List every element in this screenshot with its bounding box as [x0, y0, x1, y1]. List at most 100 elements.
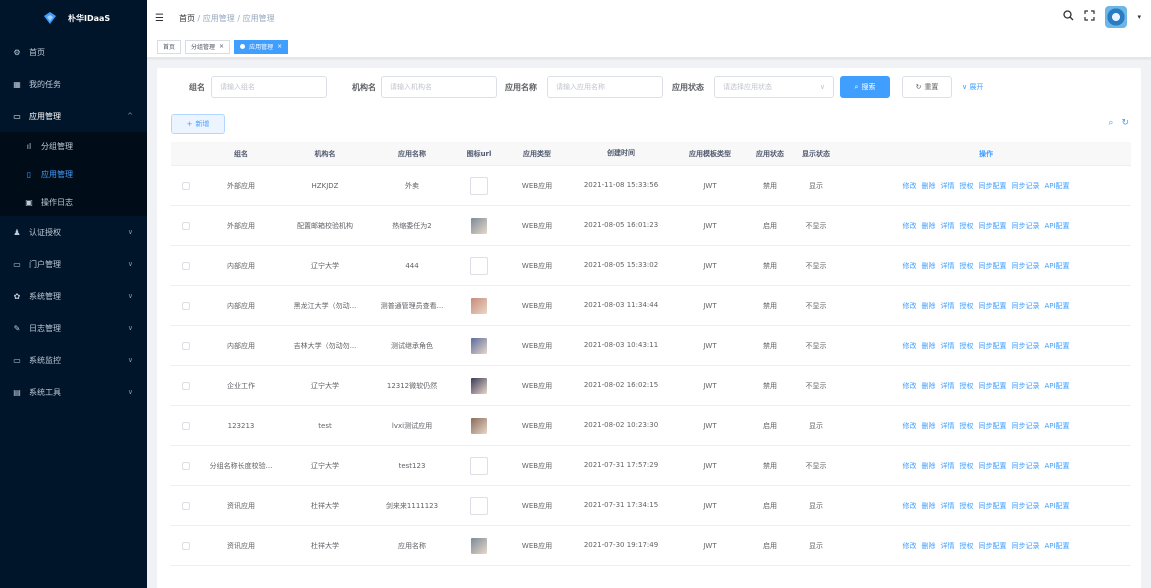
row-action-link[interactable]: 同步配置	[978, 261, 1006, 271]
sidebar-item[interactable]: ▭ 门户管理 ∨	[0, 248, 147, 280]
row-action-link[interactable]: 授权	[959, 501, 973, 511]
search-button[interactable]: ⌕ 搜索	[840, 76, 890, 98]
row-action-link[interactable]: 修改	[902, 421, 916, 431]
sidebar-item[interactable]: ▭ 应用管理 ^	[0, 100, 147, 132]
row-action-link[interactable]: 授权	[959, 341, 973, 351]
row-action-link[interactable]: 修改	[902, 461, 916, 471]
close-icon[interactable]: ×	[277, 43, 282, 50]
chevron-down-icon[interactable]: ▾	[1137, 13, 1141, 21]
row-action-link[interactable]: 删除	[921, 261, 935, 271]
sidebar-item[interactable]: ✿ 系统管理 ∨	[0, 280, 147, 312]
org-input[interactable]: 请输入机构名	[381, 76, 497, 98]
row-action-link[interactable]: 授权	[959, 181, 973, 191]
row-action-link[interactable]: 同步记录	[1011, 341, 1039, 351]
row-checkbox[interactable]	[182, 261, 190, 270]
row-checkbox[interactable]	[182, 461, 190, 470]
sidebar-item[interactable]: ▦ 我的任务	[0, 68, 147, 100]
row-action-link[interactable]: 授权	[959, 541, 973, 551]
app-logo[interactable]: 朴华IDaaS	[0, 0, 147, 36]
row-action-link[interactable]: 详情	[940, 221, 954, 231]
row-action-link[interactable]: API配置	[1044, 301, 1069, 311]
sidebar-item[interactable]: ✎ 日志管理 ∨	[0, 312, 147, 344]
row-action-link[interactable]: 同步配置	[978, 221, 1006, 231]
row-action-link[interactable]: 修改	[902, 541, 916, 551]
row-action-link[interactable]: 删除	[921, 541, 935, 551]
breadcrumb-home[interactable]: 首页	[179, 14, 195, 23]
sidebar-item[interactable]: ▤ 系统工具 ∨	[0, 376, 147, 408]
row-action-link[interactable]: 授权	[959, 461, 973, 471]
row-action-link[interactable]: 同步记录	[1011, 541, 1039, 551]
row-action-link[interactable]: 同步记录	[1011, 381, 1039, 391]
fullscreen-icon[interactable]	[1084, 10, 1096, 24]
row-action-link[interactable]: API配置	[1044, 221, 1069, 231]
row-action-link[interactable]: 同步记录	[1011, 421, 1039, 431]
row-action-link[interactable]: 同步配置	[978, 301, 1006, 311]
row-action-link[interactable]: 详情	[940, 181, 954, 191]
row-action-link[interactable]: 授权	[959, 301, 973, 311]
tab-tag[interactable]: 应用管理 ×	[234, 39, 289, 54]
row-action-link[interactable]: 授权	[959, 261, 973, 271]
row-action-link[interactable]: 同步记录	[1011, 461, 1039, 471]
row-checkbox[interactable]	[182, 301, 190, 310]
row-checkbox[interactable]	[182, 341, 190, 350]
row-action-link[interactable]: 详情	[940, 501, 954, 511]
row-action-link[interactable]: 同步记录	[1011, 181, 1039, 191]
sidebar-item[interactable]: ▣ 操作日志	[0, 188, 147, 216]
row-action-link[interactable]: 同步配置	[978, 501, 1006, 511]
row-action-link[interactable]: 同步配置	[978, 541, 1006, 551]
row-action-link[interactable]: API配置	[1044, 381, 1069, 391]
row-checkbox[interactable]	[182, 421, 190, 430]
row-action-link[interactable]: API配置	[1044, 501, 1069, 511]
expand-link[interactable]: ∨ 展开	[962, 82, 983, 92]
row-checkbox[interactable]	[182, 501, 190, 510]
hamburger-icon[interactable]: ☰	[155, 13, 164, 24]
row-checkbox[interactable]	[182, 221, 190, 230]
row-action-link[interactable]: 修改	[902, 501, 916, 511]
row-action-link[interactable]: 删除	[921, 221, 935, 231]
row-action-link[interactable]: API配置	[1044, 261, 1069, 271]
row-action-link[interactable]: API配置	[1044, 341, 1069, 351]
sidebar-item[interactable]: ♟ 认证授权 ∨	[0, 216, 147, 248]
row-action-link[interactable]: 授权	[959, 221, 973, 231]
row-action-link[interactable]: 详情	[940, 301, 954, 311]
search-icon[interactable]	[1063, 10, 1074, 24]
row-action-link[interactable]: 修改	[902, 261, 916, 271]
row-action-link[interactable]: 同步记录	[1011, 221, 1039, 231]
row-action-link[interactable]: 授权	[959, 421, 973, 431]
row-action-link[interactable]: 删除	[921, 501, 935, 511]
row-action-link[interactable]: 修改	[902, 301, 916, 311]
row-checkbox[interactable]	[182, 541, 190, 550]
row-action-link[interactable]: 详情	[940, 541, 954, 551]
avatar[interactable]	[1105, 6, 1128, 28]
sidebar-item[interactable]: ▯ 应用管理	[0, 160, 147, 188]
row-action-link[interactable]: 删除	[921, 301, 935, 311]
row-checkbox[interactable]	[182, 381, 190, 390]
row-action-link[interactable]: 修改	[902, 341, 916, 351]
row-action-link[interactable]: 授权	[959, 381, 973, 391]
row-action-link[interactable]: 修改	[902, 181, 916, 191]
row-action-link[interactable]: 同步配置	[978, 381, 1006, 391]
row-action-link[interactable]: API配置	[1044, 541, 1069, 551]
row-action-link[interactable]: 详情	[940, 381, 954, 391]
tab-tag[interactable]: 首页	[157, 39, 182, 54]
search-icon[interactable]: ⌕	[1108, 118, 1113, 128]
row-action-link[interactable]: API配置	[1044, 181, 1069, 191]
row-action-link[interactable]: 同步记录	[1011, 261, 1039, 271]
row-action-link[interactable]: 同步配置	[978, 181, 1006, 191]
sidebar-item[interactable]: ıl 分组管理	[0, 132, 147, 160]
row-action-link[interactable]: API配置	[1044, 421, 1069, 431]
row-action-link[interactable]: 详情	[940, 261, 954, 271]
row-checkbox[interactable]	[182, 181, 190, 190]
status-select[interactable]: 请选择应用状态 ∨	[714, 76, 834, 98]
row-action-link[interactable]: API配置	[1044, 461, 1069, 471]
sidebar-item[interactable]: ⚙ 首页	[0, 36, 147, 68]
row-action-link[interactable]: 详情	[940, 421, 954, 431]
row-action-link[interactable]: 删除	[921, 461, 935, 471]
group-input[interactable]: 请输入组名	[211, 76, 327, 98]
row-action-link[interactable]: 删除	[921, 181, 935, 191]
row-action-link[interactable]: 删除	[921, 341, 935, 351]
refresh-icon[interactable]: ↻	[1121, 118, 1129, 128]
row-action-link[interactable]: 同步配置	[978, 461, 1006, 471]
app-name-input[interactable]: 请输入应用名称	[547, 76, 663, 98]
row-action-link[interactable]: 同步配置	[978, 421, 1006, 431]
